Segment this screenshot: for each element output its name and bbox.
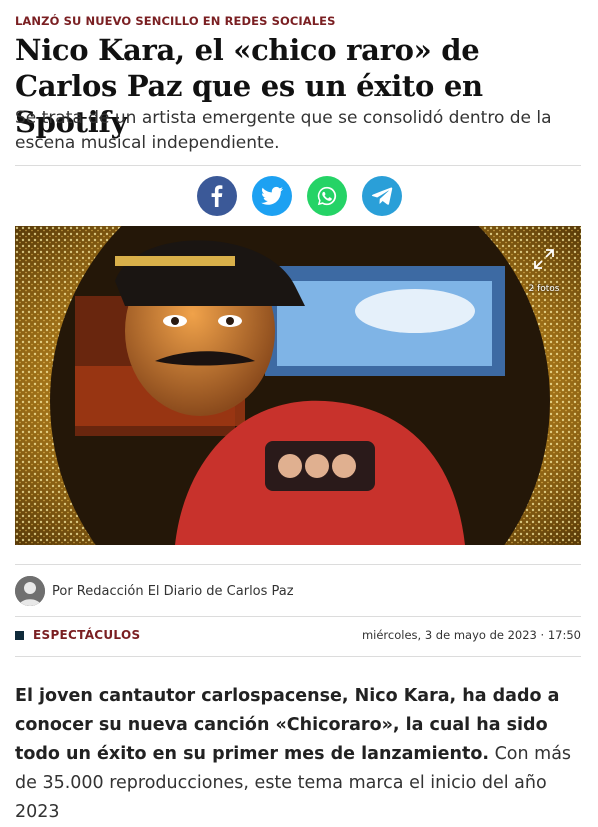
expand-icon bbox=[534, 249, 554, 269]
photo-count: 2 fotos bbox=[528, 284, 560, 294]
share-telegram-button[interactable] bbox=[361, 176, 402, 216]
divider bbox=[15, 165, 581, 166]
byline: Por Redacción El Diario de Carlos Paz bbox=[15, 576, 294, 606]
article-lead-bold: El joven cantautor carlospacense, Nico K… bbox=[15, 686, 560, 764]
gallery-expand-button[interactable]: 2 fotos bbox=[519, 248, 569, 294]
section-name: ESPECTÁCULOS bbox=[33, 628, 141, 642]
whatsapp-icon bbox=[317, 186, 336, 206]
article-lead: El joven cantautor carlospacense, Nico K… bbox=[15, 682, 585, 827]
article-photo-image bbox=[15, 226, 581, 545]
article-photo[interactable]: 2 fotos bbox=[15, 226, 581, 545]
facebook-icon bbox=[211, 185, 222, 207]
section-marker-icon bbox=[15, 630, 24, 640]
share-whatsapp-button[interactable] bbox=[306, 176, 347, 216]
author-avatar[interactable] bbox=[15, 576, 45, 606]
section-row: ESPECTÁCULOS miércoles, 3 de mayo de 202… bbox=[15, 628, 581, 642]
divider bbox=[15, 656, 581, 657]
publish-date: miércoles, 3 de mayo de 2023 · 17:50 bbox=[361, 628, 581, 642]
divider bbox=[15, 616, 581, 617]
share-bar bbox=[0, 176, 598, 216]
article-subtitle: Se trata de un artista emergente que se … bbox=[15, 108, 552, 153]
section-link[interactable]: ESPECTÁCULOS bbox=[15, 628, 140, 642]
article-kicker: LANZÓ SU NUEVO SENCILLO EN REDES SOCIALE… bbox=[15, 14, 336, 28]
telegram-icon bbox=[371, 187, 392, 205]
share-twitter-button[interactable] bbox=[251, 176, 292, 216]
user-icon bbox=[15, 576, 45, 606]
divider bbox=[15, 564, 581, 565]
twitter-icon bbox=[260, 186, 283, 205]
share-facebook-button[interactable] bbox=[196, 176, 237, 216]
byline-author[interactable]: Por Redacción El Diario de Carlos Paz bbox=[52, 584, 294, 599]
